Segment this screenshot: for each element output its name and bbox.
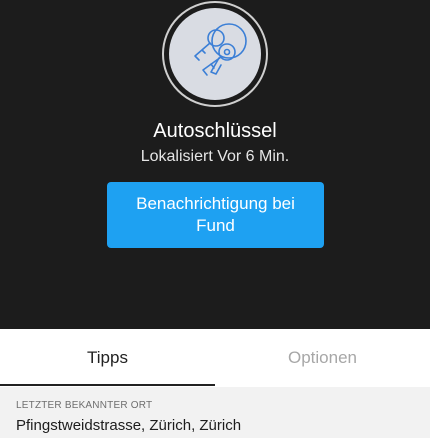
last-known-location-section: LETZTER BEKANNTER ORT Pfingstweidstrasse… xyxy=(0,387,430,438)
item-name: Autoschlüssel xyxy=(153,120,277,142)
tab-tips[interactable]: Tipps xyxy=(0,329,215,387)
item-location-status: Lokalisiert Vor 6 Min. xyxy=(140,148,290,165)
last-known-location-heading: LETZTER BEKANNTER ORT xyxy=(16,400,153,411)
avatar-background xyxy=(169,8,261,100)
tab-bar: Tipps Optionen xyxy=(0,329,430,387)
last-known-location-address: Pfingstweidstrasse, Zürich, Zürich xyxy=(16,417,242,434)
tab-options[interactable]: Optionen xyxy=(215,329,430,387)
item-detail-header: Autoschlüssel Lokalisiert Vor 6 Min. Ben… xyxy=(0,0,430,329)
car-keys-icon xyxy=(194,23,247,76)
item-avatar xyxy=(162,1,268,107)
notify-when-found-button[interactable]: Benachrichtigung bei Fund xyxy=(107,182,324,248)
